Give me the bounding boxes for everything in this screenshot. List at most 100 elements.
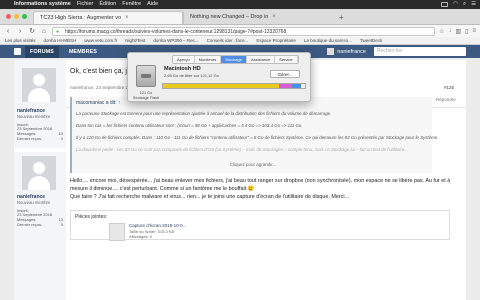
post-number[interactable]: #125 <box>444 85 454 90</box>
attachments-label: Pièces jointes: <box>75 214 108 220</box>
attachments-box: Pièces jointes: Capture d'écran 2018-10-… <box>70 210 450 241</box>
tab-service[interactable]: Service <box>275 56 298 63</box>
disk-type: Stockage Flash <box>132 95 160 100</box>
nav-members[interactable]: MEMBRES <box>69 49 97 55</box>
attachment-views: Affichages: 0 <box>129 234 153 239</box>
forward-icon[interactable]: › <box>16 28 24 35</box>
bookmark-item[interactable]: Conseils ider...face... <box>207 38 249 43</box>
close-window-icon[interactable] <box>6 14 11 19</box>
nav-forums[interactable]: FORUMS <box>25 45 59 58</box>
quote-expand-link[interactable]: Cliquez pour agrandir... <box>72 162 434 167</box>
storage-window: Aperçu Moniteurs Stockage Assistance Ser… <box>127 52 311 102</box>
usage-segment[interactable] <box>279 84 293 88</box>
zoom-window-icon[interactable] <box>22 14 27 19</box>
usage-segment[interactable] <box>163 84 280 88</box>
post-user-stats: naniefrance Nouveau membre Inscrit: 23 S… <box>14 108 66 148</box>
tab-close-icon[interactable]: × <box>125 12 129 24</box>
user-role: Nouveau membre <box>17 200 51 205</box>
disk-capacity: 121 Go <box>139 91 153 95</box>
library-icon[interactable]: ▥ <box>456 28 462 35</box>
stat-value: 0 <box>60 222 63 227</box>
quote-block: macomaniac a dit: ↑ La parreuse Stockage… <box>70 97 438 173</box>
usage-segment[interactable] <box>292 84 301 88</box>
tab-close-icon[interactable]: × <box>272 11 276 24</box>
storage-usage-bar[interactable] <box>162 83 306 89</box>
tab-displays[interactable]: Moniteurs <box>194 56 222 63</box>
usage-segment[interactable] <box>300 84 305 88</box>
bookmark-item[interactable]: donha HI-MBSH <box>44 38 77 43</box>
user-menu[interactable]: naniefrance <box>327 48 366 55</box>
post-text-line: Hello.... encore moi, désespérée... j'ai… <box>70 178 451 184</box>
menu-bar: Informations système Fichier Édition Fen… <box>0 0 480 9</box>
browser-tab[interactable]: Nothing new Changed – Drop in × <box>183 11 333 24</box>
reload-icon[interactable]: ↻ <box>28 27 36 35</box>
disk-free-space: 2,65 Go de libre sur 121,12 Go <box>164 73 219 78</box>
tab-title: TC23 High Sierra : Augmenter vo <box>40 14 122 21</box>
stat-likes: Dernier reçus: 0 <box>17 136 63 141</box>
post-meta: naniefrance, 23 Septembre 2018 <box>70 85 136 90</box>
browser-tab-active[interactable]: TC23 High Sierra : Augmenter vo × <box>33 11 183 24</box>
attachment-name[interactable]: Capture d'écran 2018-10-0... <box>129 223 186 228</box>
bookmark-item[interactable]: Les plus visités <box>5 38 36 43</box>
minimize-window-icon[interactable] <box>14 14 19 19</box>
stat-value: 0 <box>60 136 63 141</box>
avatar[interactable] <box>22 68 56 102</box>
tab-support[interactable]: Assistance <box>246 56 276 63</box>
site-search-input[interactable]: Rechercher <box>374 47 466 56</box>
browser-tab-bar: TC23 High Sierra : Augmenter vo × Nothin… <box>0 9 480 25</box>
post-text-line: Que faire ? J'ai fait recherche malware … <box>70 194 350 200</box>
reply-button[interactable]: Répondre <box>436 97 456 102</box>
menu-item-window[interactable]: Fenêtre <box>122 0 141 9</box>
bookmark-item[interactable]: www.vetu.com.fr <box>84 38 117 43</box>
tab-storage[interactable]: Stockage <box>221 56 247 63</box>
quote-author[interactable]: macomaniac a dit: ↑ <box>76 100 120 106</box>
back-icon[interactable]: ‹ <box>4 28 12 35</box>
attachment-thumbnail[interactable] <box>109 223 125 241</box>
menu-item-file[interactable]: Fichier <box>77 0 94 9</box>
bookmark-item[interactable]: Night/Test <box>125 38 145 43</box>
tab-overview[interactable]: Aperçu <box>173 56 195 63</box>
stat-label: Dernier reçus: <box>17 222 43 227</box>
post-text-line: mesure il diminue.... c'est perturbant. … <box>70 186 255 192</box>
download-icon[interactable]: ↓ <box>449 28 452 35</box>
quote-line: Dans ton cas = les fichiers contenu util… <box>76 123 303 128</box>
bookmark-item[interactable]: La boutique du samso... <box>304 38 352 43</box>
post-user-pane: naniefrance Nouveau membre Inscrit: 23 S… <box>14 152 66 300</box>
manage-button[interactable]: Gérer... <box>270 70 300 78</box>
sidebar-icon[interactable]: ▯ <box>465 28 468 35</box>
disk-caption: 121 Go Stockage Flash <box>130 91 162 100</box>
quote-line: La parreuse Stockage est tonnere pour un… <box>76 111 332 116</box>
tab-title: Nothing new Changed – Drop in <box>190 14 269 20</box>
user-role: Nouveau membre <box>17 114 51 119</box>
avatar[interactable] <box>22 156 56 190</box>
disk-name: Macintosh HD <box>164 66 201 72</box>
battery-icon[interactable] <box>441 2 449 7</box>
browser-nav-bar: ‹ › ↻ ⌂ ● https://forums.macg.co/threads… <box>0 25 480 37</box>
quote-line: La deuxième petite : ces 83 Go ne sont p… <box>76 147 408 152</box>
menu-item-edit[interactable]: Édition <box>99 0 116 9</box>
stat-label: Dernier reçus: <box>17 136 43 141</box>
address-bar[interactable]: ● https://forums.macg.co/threads/suivies… <box>52 26 436 36</box>
search-icon[interactable]: ⌕ <box>463 0 466 9</box>
bookmark-item[interactable]: donha WP300 – Rec... <box>153 38 198 43</box>
bookmark-star-icon[interactable]: ☆ <box>439 28 444 35</box>
window-controls <box>0 14 33 24</box>
wifi-icon[interactable]: ◠ <box>453 0 458 9</box>
menu-app-name[interactable]: Informations système <box>14 0 71 9</box>
user-name: naniefrance <box>337 48 366 55</box>
quote-line: Il y a 110 Go de fichiers comptés. Dans … <box>76 135 439 140</box>
storage-window-tabs: Aperçu Moniteurs Stockage Assistance Ser… <box>172 55 299 64</box>
site-logo-icon[interactable] <box>14 48 21 55</box>
new-tab-icon[interactable]: + <box>333 13 350 24</box>
menu-list-icon[interactable]: ☰ <box>471 0 476 9</box>
menu-icon[interactable]: ≡ <box>472 28 476 35</box>
menu-item-help[interactable]: Aide <box>147 0 158 9</box>
bookmark-item[interactable]: TweetDeck <box>360 38 382 43</box>
stat-likes: Dernier reçus: 0 <box>17 222 63 227</box>
bookmark-item[interactable]: Espace Propriétaire <box>256 38 296 43</box>
home-icon[interactable]: ⌂ <box>40 28 48 35</box>
user-avatar <box>327 48 335 55</box>
disk-drive-icon <box>136 65 156 87</box>
bookmarks-bar: Les plus visités donha HI-MBSH www.vetu.… <box>0 37 480 45</box>
lock-icon: ● <box>56 28 60 35</box>
